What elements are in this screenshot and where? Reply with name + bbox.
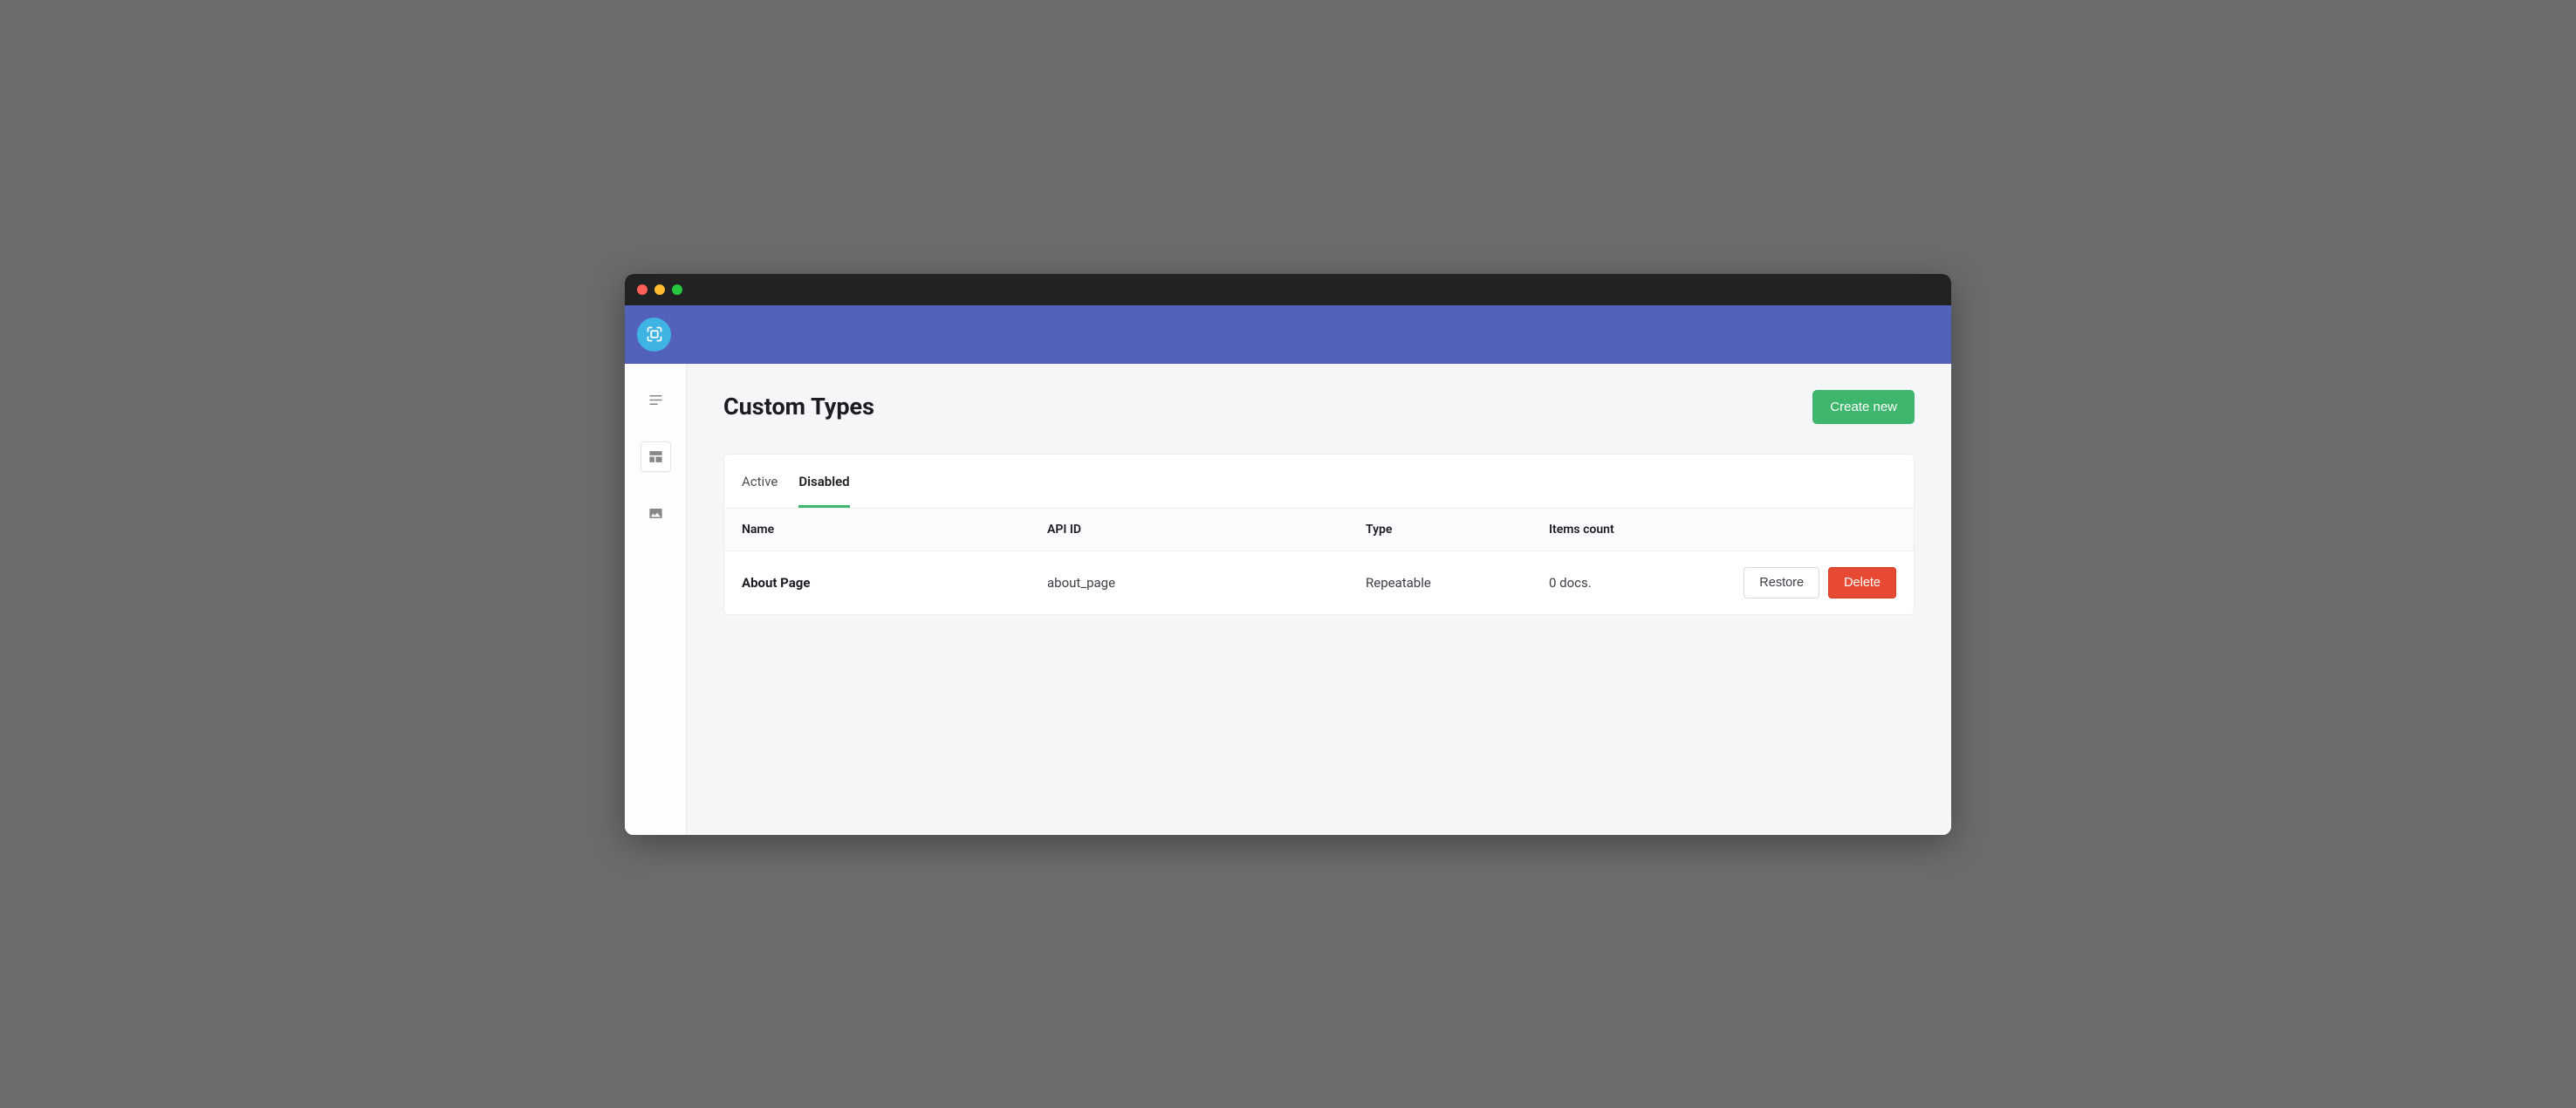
image-icon bbox=[647, 505, 664, 522]
app-body: Custom Types Create new Active Disabled … bbox=[625, 364, 1951, 835]
sidebar-item-media[interactable] bbox=[641, 498, 671, 529]
col-header-items-count: Items count bbox=[1549, 523, 1710, 537]
app-window: Custom Types Create new Active Disabled … bbox=[625, 274, 1951, 835]
col-header-actions bbox=[1710, 523, 1896, 537]
cell-name: About Page bbox=[742, 575, 1047, 591]
create-new-button[interactable]: Create new bbox=[1812, 390, 1915, 424]
window-maximize-icon[interactable] bbox=[672, 284, 682, 295]
documents-icon bbox=[647, 392, 664, 408]
window-titlebar bbox=[625, 274, 1951, 305]
window-minimize-icon[interactable] bbox=[654, 284, 665, 295]
table-header: Name API ID Type Items count bbox=[724, 509, 1914, 551]
window-close-icon[interactable] bbox=[637, 284, 647, 295]
delete-button[interactable]: Delete bbox=[1828, 567, 1896, 598]
page-title: Custom Types bbox=[723, 393, 874, 421]
cell-items-count: 0 docs. bbox=[1549, 575, 1710, 591]
sidebar-item-custom-types[interactable] bbox=[641, 441, 671, 472]
tab-active[interactable]: Active bbox=[742, 455, 778, 508]
tabs: Active Disabled bbox=[724, 455, 1914, 509]
table-row: About Page about_page Repeatable 0 docs.… bbox=[724, 551, 1914, 614]
main-content: Custom Types Create new Active Disabled … bbox=[687, 364, 1951, 835]
col-header-api-id: API ID bbox=[1047, 523, 1366, 537]
cell-actions: Restore Delete bbox=[1710, 567, 1896, 598]
layout-icon bbox=[647, 448, 664, 465]
top-bar bbox=[625, 305, 1951, 364]
types-panel: Active Disabled Name API ID Type Items c… bbox=[723, 454, 1915, 615]
tab-disabled[interactable]: Disabled bbox=[798, 455, 849, 508]
col-header-type: Type bbox=[1366, 523, 1549, 537]
app-logo-icon[interactable] bbox=[637, 318, 671, 352]
cell-api-id: about_page bbox=[1047, 575, 1366, 591]
cell-type: Repeatable bbox=[1366, 575, 1549, 591]
sidebar bbox=[625, 364, 687, 835]
col-header-name: Name bbox=[742, 523, 1047, 537]
sidebar-item-documents[interactable] bbox=[641, 385, 671, 415]
page-header: Custom Types Create new bbox=[723, 390, 1915, 424]
restore-button[interactable]: Restore bbox=[1744, 567, 1819, 598]
